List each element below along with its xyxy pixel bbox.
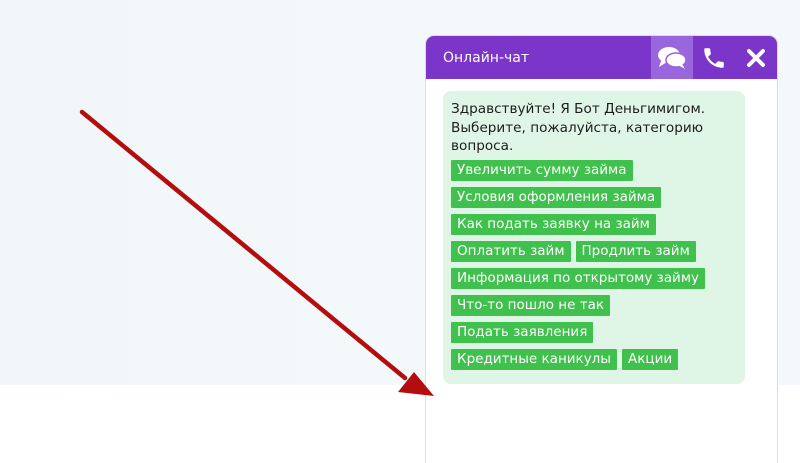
category-options: Увеличить сумму займа Условия оформления… [451, 159, 737, 376]
chat-title: Онлайн-чат [443, 49, 530, 66]
option-pay-loan[interactable]: Оплатить займ [451, 240, 571, 262]
bot-message-bubble: Здравствуйте! Я Бот Деньгимигом. Выберит… [443, 91, 745, 384]
phone-icon [704, 47, 724, 68]
chat-bubbles-icon [658, 46, 687, 69]
phone-button[interactable] [693, 36, 735, 79]
online-chat-widget: Онлайн-чат Здравствуйте! Я Бот Деньгимиг… [425, 35, 778, 463]
option-loan-terms[interactable]: Условия оформления займа [451, 186, 662, 208]
option-promotions[interactable]: Акции [621, 348, 679, 370]
close-button[interactable] [735, 36, 777, 79]
close-icon [747, 48, 765, 67]
option-increase-loan[interactable]: Увеличить сумму займа [451, 159, 633, 181]
option-extend-loan[interactable]: Продлить займ [575, 240, 696, 262]
option-submit-application[interactable]: Подать заявления [451, 321, 594, 343]
bot-greeting-text: Здравствуйте! Я Бот Деньгимигом. Выберит… [451, 101, 706, 154]
chat-header: Онлайн-чат [426, 36, 777, 79]
option-how-to-apply[interactable]: Как подать заявку на займ [451, 213, 656, 235]
chat-tab-button[interactable] [651, 36, 693, 79]
option-something-wrong[interactable]: Что-то пошло не так [451, 294, 610, 316]
option-open-loan-info[interactable]: Информация по открытому займу [451, 267, 705, 289]
option-credit-holidays[interactable]: Кредитные каникулы [451, 348, 617, 370]
page: Онлайн-чат Здравствуйте! Я Бот Деньгимиг… [0, 0, 800, 463]
